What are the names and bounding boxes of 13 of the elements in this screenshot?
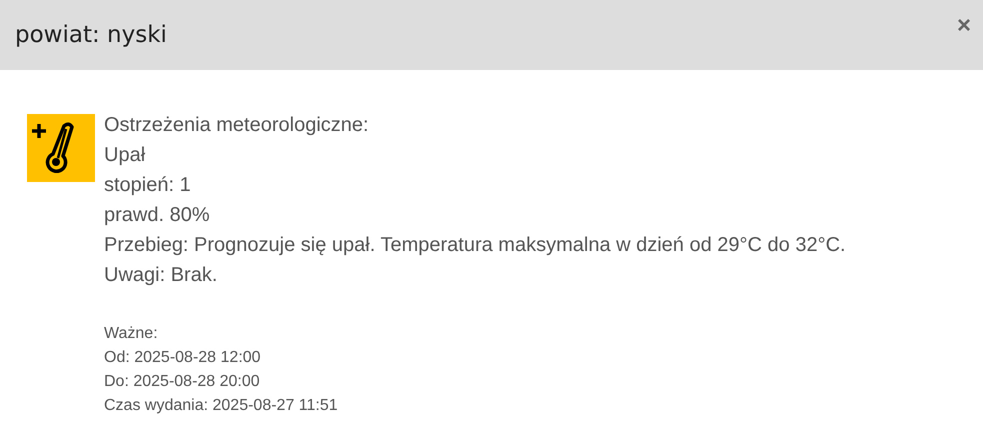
thermometer-icon xyxy=(27,114,95,182)
warning-level: stopień: 1 xyxy=(104,173,192,198)
validity-text: Ważne: xyxy=(104,324,159,344)
dialog-title: powiat: nyski xyxy=(15,20,167,50)
validity-text: Od: 2025-08-28 12:00 xyxy=(104,348,262,368)
warning-course: Przebieg: Prognozuje się upał. Temperatura maksymalna w dzień od 29°C do 32°C. xyxy=(104,233,846,258)
warning-probability: prawd. 80% xyxy=(104,203,211,228)
warning-remarks: Uwagi: Brak. xyxy=(104,263,218,288)
warning-type: Upał xyxy=(104,143,146,168)
warning-heading: Ostrzeżenia meteorologiczne: xyxy=(104,113,370,138)
validity-text: Czas wydania: 2025-08-27 11:51 xyxy=(104,396,339,416)
validity-text: Do: 2025-08-28 20:00 xyxy=(104,372,261,392)
close-button[interactable]: × xyxy=(956,14,971,38)
